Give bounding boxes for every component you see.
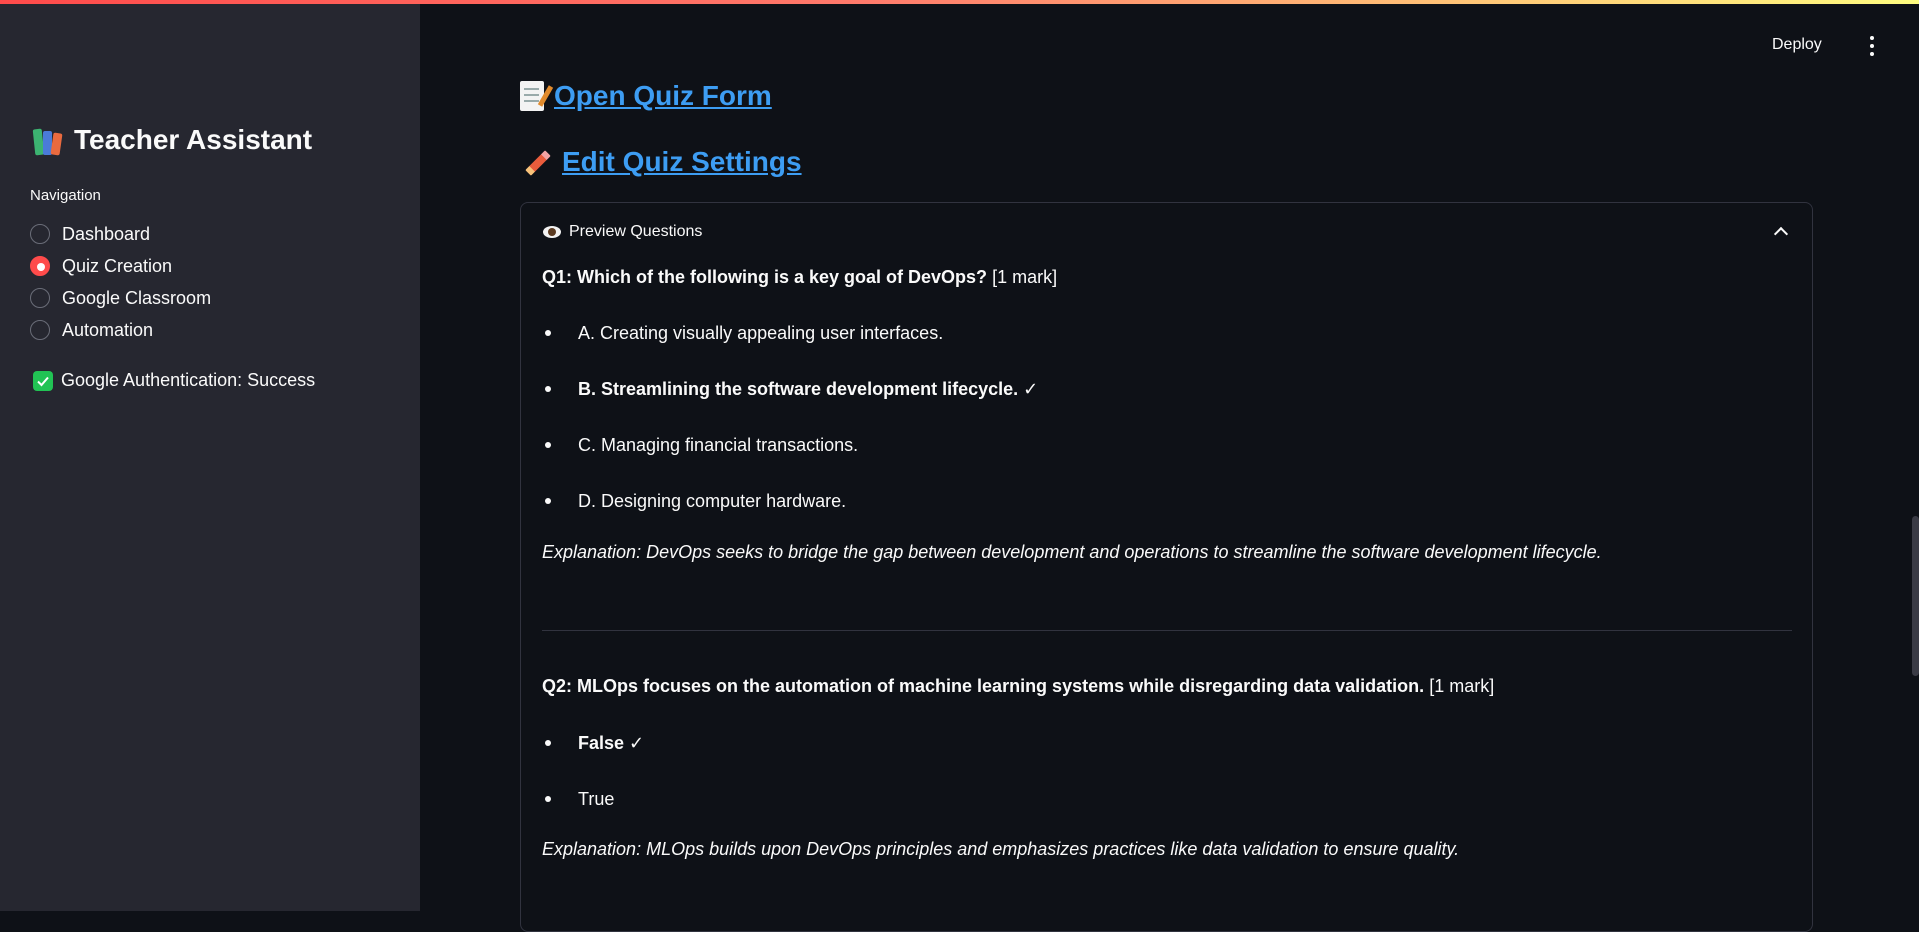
nav-item-quiz-creation[interactable]: Quiz Creation [30,250,211,282]
open-quiz-form-link[interactable]: Open Quiz Form [520,80,772,112]
more-options-icon[interactable] [1864,36,1880,56]
expander-header[interactable]: Preview Questions [543,223,702,241]
open-quiz-form-text: Open Quiz Form [554,80,772,111]
scrollbar-thumb[interactable] [1912,516,1919,676]
option-item: C. Managing financial transactions. [542,433,1038,489]
nav-item-label: Google Classroom [62,287,212,308]
pencil-icon [520,146,552,178]
question-text: Q1: Which of the following is a key goal… [542,267,988,287]
chevron-up-icon[interactable] [1773,226,1789,242]
sidebar-title-text: Teacher Assistant [74,124,313,155]
option-item: True [542,787,644,843]
question-marks: [1 mark] [1429,676,1495,696]
radio-unchecked-icon[interactable] [30,288,50,308]
nav-item-label: Automation [62,319,154,340]
radio-unchecked-icon[interactable] [30,320,50,340]
edit-quiz-settings-link[interactable]: Edit Quiz Settings [520,146,802,178]
memo-icon [520,81,544,111]
nav-item-label: Quiz Creation [62,255,173,276]
radio-unchecked-icon[interactable] [30,224,50,244]
question-1-explanation: Explanation: DevOps seeks to bridge the … [542,542,1602,562]
auth-status-text: Google Authentication: Success [61,370,316,390]
nav-item-google-classroom[interactable]: Google Classroom [30,282,211,314]
question-2: Q2: MLOps focuses on the automation of m… [542,676,1494,697]
option-item: A. Creating visually appealing user inte… [542,321,1038,377]
auth-status: Google Authentication: Success [33,370,315,391]
nav-item-dashboard[interactable]: Dashboard [30,218,211,250]
nav-item-automation[interactable]: Automation [30,314,211,346]
question-text: Q2: MLOps focuses on the automation of m… [542,676,1425,696]
divider [542,630,1792,631]
eye-icon [543,226,561,238]
question-2-options: False ✓ True [542,731,644,843]
books-icon [32,125,64,156]
edit-quiz-settings-text: Edit Quiz Settings [562,146,802,177]
sidebar: Teacher Assistant Navigation Dashboard Q… [0,0,420,911]
option-item-correct: False ✓ [542,731,644,787]
top-decoration-bar [0,0,1919,4]
question-marks: [1 mark] [992,267,1058,287]
question-2-explanation: Explanation: MLOps builds upon DevOps pr… [542,839,1460,859]
expander-title: Preview Questions [569,223,703,240]
deploy-button[interactable]: Deploy [1772,36,1822,54]
option-item-correct: B. Streamlining the software development… [542,377,1038,433]
check-mark-icon [33,370,53,391]
nav-item-label: Dashboard [62,223,151,244]
question-1: Q1: Which of the following is a key goal… [542,267,1057,288]
preview-questions-expander: Preview Questions Q1: Which of the follo… [520,202,1813,932]
navigation-label: Navigation [30,187,101,204]
sidebar-title: Teacher Assistant [32,124,312,156]
option-item: D. Designing computer hardware. [542,489,1038,545]
question-1-options: A. Creating visually appealing user inte… [542,321,1038,545]
radio-checked-icon[interactable] [30,256,50,276]
navigation-radio-group: Dashboard Quiz Creation Google Classroom… [30,218,211,346]
